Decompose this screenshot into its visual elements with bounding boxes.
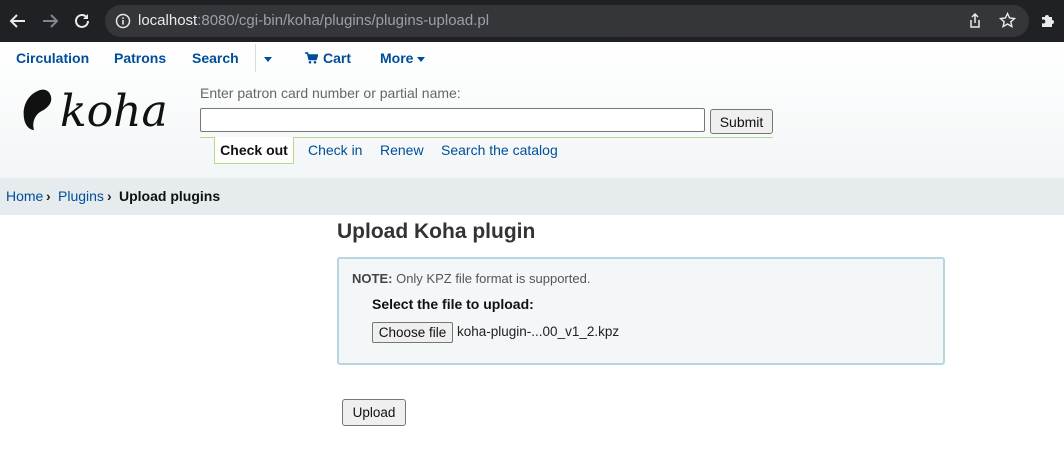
nav-circulation[interactable]: Circulation xyxy=(16,42,89,74)
nav-divider xyxy=(255,44,256,72)
koha-logo[interactable]: koha xyxy=(20,86,170,136)
breadcrumb-separator: › xyxy=(107,188,112,204)
back-arrow-icon[interactable] xyxy=(6,9,30,33)
nav-cart[interactable]: Cart xyxy=(305,42,351,74)
forward-arrow-icon[interactable] xyxy=(38,9,62,33)
nav-cart-label: Cart xyxy=(323,50,352,66)
breadcrumb-plugins[interactable]: Plugins xyxy=(58,178,104,215)
search-options-dropdown[interactable] xyxy=(264,42,272,74)
page-title: Upload Koha plugin xyxy=(337,220,536,243)
bookmark-star-icon[interactable] xyxy=(998,11,1017,34)
chevron-down-icon xyxy=(264,56,272,62)
reload-icon[interactable] xyxy=(70,9,94,33)
breadcrumb-current: Upload plugins xyxy=(119,188,221,204)
patron-search-label: Enter patron card number or partial name… xyxy=(200,85,461,101)
address-bar[interactable]: localhost:8080/cgi-bin/koha/plugins/plug… xyxy=(105,5,1029,37)
tab-check-out[interactable]: Check out xyxy=(214,137,294,164)
tab-search-catalog[interactable]: Search the catalog xyxy=(441,137,558,164)
extensions-puzzle-icon[interactable] xyxy=(1037,9,1059,31)
note-text: Only KPZ file format is supported. xyxy=(396,271,591,286)
tab-check-in[interactable]: Check in xyxy=(308,137,362,164)
nav-more-label: More xyxy=(380,50,414,66)
breadcrumb: Home › Plugins › Upload plugins xyxy=(0,178,1064,215)
koha-logo-text: koha xyxy=(60,86,168,136)
upload-button[interactable]: Upload xyxy=(342,399,406,426)
nav-more[interactable]: More xyxy=(380,42,426,74)
nav-patrons[interactable]: Patrons xyxy=(114,42,166,74)
selected-file-name: koha-plugin-...00_v1_2.kpz xyxy=(457,324,620,339)
browser-toolbar: localhost:8080/cgi-bin/koha/plugins/plug… xyxy=(0,0,1064,42)
submit-button[interactable]: Submit xyxy=(710,109,773,134)
select-file-label: Select the file to upload: xyxy=(372,296,534,312)
tab-renew[interactable]: Renew xyxy=(380,137,424,164)
breadcrumb-separator: › xyxy=(46,188,51,204)
url-path: :8080/cgi-bin/koha/plugins/plugins-uploa… xyxy=(197,12,490,29)
format-note: NOTE: Only KPZ file format is supported. xyxy=(352,271,590,286)
breadcrumb-home[interactable]: Home xyxy=(6,178,43,215)
info-icon[interactable] xyxy=(115,13,131,34)
choose-file-button[interactable]: Choose file xyxy=(372,322,453,343)
url-host: localhost xyxy=(138,12,198,29)
top-navigation: Circulation Patrons Search Cart More xyxy=(0,42,1064,74)
upload-panel: NOTE: Only KPZ file format is supported.… xyxy=(337,257,945,365)
patron-search-input[interactable] xyxy=(200,108,705,132)
cart-icon xyxy=(305,52,319,64)
chevron-down-icon xyxy=(417,56,426,62)
koha-header: Circulation Patrons Search Cart More koh… xyxy=(0,42,1064,178)
note-label: NOTE: xyxy=(352,271,393,286)
nav-search[interactable]: Search xyxy=(192,42,239,74)
url-text: localhost:8080/cgi-bin/koha/plugins/plug… xyxy=(138,5,489,37)
share-icon[interactable] xyxy=(967,12,983,34)
